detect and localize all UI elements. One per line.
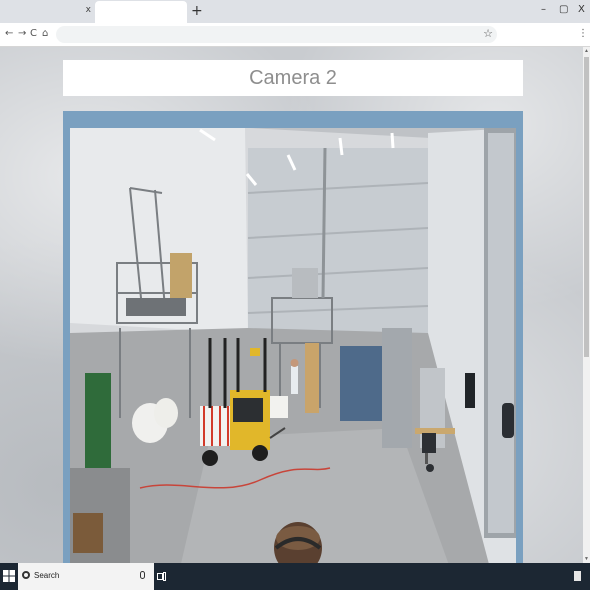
task-view-icon[interactable] bbox=[157, 572, 166, 581]
scrollbar-thumb[interactable] bbox=[584, 57, 589, 357]
notification-icon[interactable] bbox=[574, 571, 581, 581]
browser-toolbar: ← → C ⌂ ☆ ⋮ bbox=[0, 23, 590, 47]
restore-button[interactable]: ▢ bbox=[559, 4, 568, 15]
tab-close-icon[interactable]: x bbox=[86, 5, 91, 15]
taskbar-search-box[interactable]: Search bbox=[18, 563, 154, 590]
warehouse-scene-image bbox=[70, 128, 516, 563]
bookmark-star-icon[interactable]: ☆ bbox=[483, 27, 493, 40]
cortana-icon bbox=[22, 571, 30, 579]
reload-icon[interactable]: C bbox=[30, 28, 37, 40]
home-icon[interactable]: ⌂ bbox=[42, 28, 48, 40]
windows-start-icon[interactable] bbox=[3, 570, 15, 582]
tab-strip: x + – ▢ X bbox=[0, 0, 590, 23]
browser-tab-active[interactable] bbox=[95, 1, 187, 23]
new-tab-button[interactable]: + bbox=[191, 3, 203, 19]
taskbar-search-placeholder: Search bbox=[34, 571, 60, 580]
microphone-icon[interactable] bbox=[140, 571, 145, 579]
back-icon[interactable]: ← bbox=[5, 28, 13, 40]
page-title: Camera 2 bbox=[249, 67, 337, 89]
camera-feed-image bbox=[70, 128, 516, 563]
page-scrollbar[interactable]: ▲ ▼ bbox=[583, 47, 590, 563]
minimize-button[interactable]: – bbox=[541, 4, 546, 15]
address-bar[interactable]: ☆ bbox=[56, 26, 497, 45]
camera-frame bbox=[63, 111, 523, 563]
browser-tab-1[interactable]: x bbox=[0, 1, 95, 23]
scroll-up-icon[interactable]: ▲ bbox=[583, 48, 590, 54]
browser-menu-icon[interactable]: ⋮ bbox=[578, 28, 588, 39]
page-viewport: Camera 2 bbox=[0, 47, 583, 563]
taskbar: Search bbox=[0, 563, 590, 590]
address-input[interactable] bbox=[64, 28, 468, 45]
forward-icon[interactable]: → bbox=[18, 28, 26, 40]
close-window-button[interactable]: X bbox=[578, 4, 585, 15]
camera-title-card: Camera 2 bbox=[63, 60, 523, 96]
scroll-down-icon[interactable]: ▼ bbox=[583, 556, 590, 562]
